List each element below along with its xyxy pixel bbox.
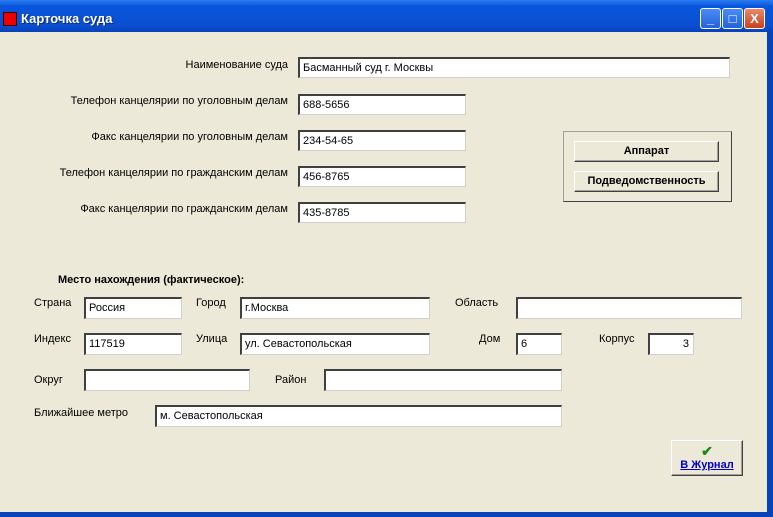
maximize-button[interactable]: □ — [722, 8, 743, 29]
phone-civil-label: Телефон канцелярии по гражданским делам — [59, 167, 288, 179]
fax-criminal-input[interactable]: 234-54-65 — [298, 130, 466, 151]
house-label: Дом — [479, 333, 501, 345]
index-input[interactable]: 117519 — [84, 333, 182, 355]
phone-criminal-input[interactable]: 688-5656 — [298, 94, 466, 115]
subordination-button[interactable]: Подведомственность — [574, 171, 719, 192]
window-border-right — [767, 32, 773, 517]
fax-civil-input[interactable]: 435-8785 — [298, 202, 466, 223]
window-title: Карточка суда — [21, 11, 113, 26]
fax-civil-label: Факс канцелярии по гражданским делам — [80, 203, 288, 215]
court-name-input[interactable]: Басманный суд г. Москвы — [298, 57, 730, 78]
area-input[interactable] — [324, 369, 562, 391]
country-input[interactable]: Россия — [84, 297, 182, 319]
building-input[interactable]: 3 — [648, 333, 694, 355]
journal-label: В Журнал — [680, 459, 734, 471]
title-bar[interactable]: Карточка суда _ □ X — [0, 0, 773, 32]
app-icon — [3, 12, 17, 26]
index-label: Индекс — [34, 333, 71, 345]
phone-civil-input[interactable]: 456-8765 — [298, 166, 466, 187]
area-label: Район — [275, 374, 307, 386]
court-name-label: Наименование суда — [185, 59, 288, 71]
district-label: Округ — [34, 374, 63, 386]
district-input[interactable] — [84, 369, 250, 391]
city-input[interactable]: г.Москва — [240, 297, 430, 319]
street-input[interactable]: ул. Севастопольская — [240, 333, 430, 355]
region-label: Область — [455, 297, 499, 309]
minimize-button[interactable]: _ — [700, 8, 721, 29]
metro-input[interactable]: м. Севастопольская — [155, 405, 562, 427]
metro-label: Ближайшее метро — [34, 407, 128, 419]
close-button[interactable]: X — [744, 8, 765, 29]
street-label: Улица — [196, 333, 228, 345]
phone-criminal-label: Телефон канцелярии по уголовным делам — [70, 95, 288, 107]
apparat-button[interactable]: Аппарат — [574, 141, 719, 162]
house-input[interactable]: 6 — [516, 333, 562, 355]
location-heading: Место нахождения (фактическое): — [58, 274, 245, 286]
fax-criminal-label: Факс канцелярии по уголовным делам — [91, 131, 288, 143]
region-input[interactable] — [516, 297, 742, 319]
city-label: Город — [196, 297, 226, 309]
country-label: Страна — [34, 297, 72, 309]
building-label: Корпус — [599, 333, 635, 345]
check-icon: ✔ — [701, 443, 713, 459]
window-border-bottom — [0, 512, 773, 517]
journal-button[interactable]: ✔ В Журнал — [671, 440, 743, 476]
